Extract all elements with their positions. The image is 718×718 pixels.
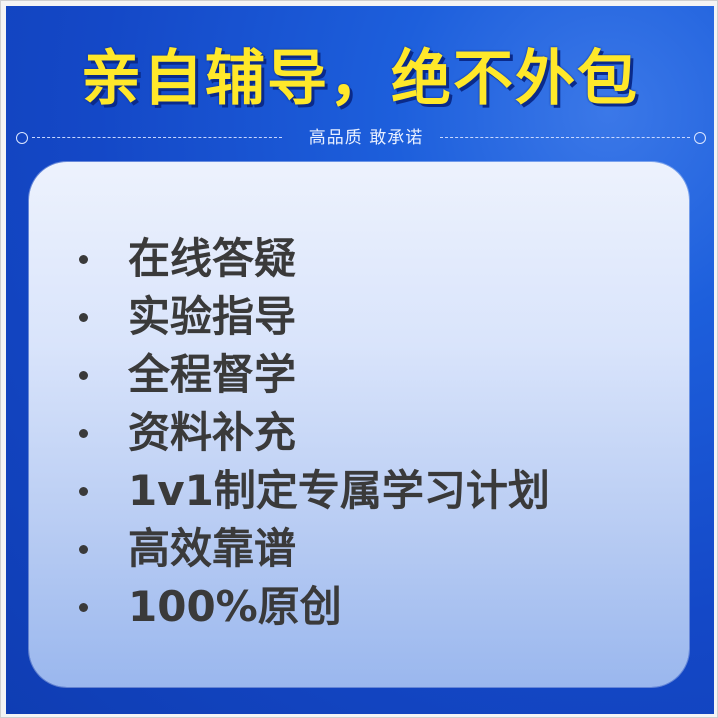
feature-item: 高效靠谱 [73, 520, 550, 578]
feature-label: 实验指导 [128, 292, 297, 341]
bullet-icon [79, 370, 88, 380]
bullet-icon [79, 486, 88, 496]
headline: 亲自辅导，绝不外包 [81, 44, 639, 114]
feature-list: 在线答疑 实验指导 全程督学 资料补充 1v1制定专属学习计划 高效靠谱 100… [73, 230, 550, 636]
feature-item: 实验指导 [73, 288, 550, 346]
promo-banner: 亲自辅导，绝不外包 高品质 敢承诺 在线答疑 实验指导 全程督学 资料补充 1v… [6, 6, 714, 714]
feature-label: 100%原创 [128, 582, 342, 631]
tagline-divider: 高品质 敢承诺 [16, 124, 706, 152]
feature-label: 高效靠谱 [128, 524, 297, 573]
feature-label: 1v1制定专属学习计划 [128, 466, 550, 515]
circle-ornament-right [694, 132, 706, 144]
bullet-icon [79, 312, 88, 322]
image-frame: 亲自辅导，绝不外包 高品质 敢承诺 在线答疑 实验指导 全程督学 资料补充 1v… [0, 0, 718, 718]
feature-label: 在线答疑 [128, 234, 297, 283]
feature-item: 资料补充 [73, 404, 550, 462]
circle-ornament-left [16, 132, 28, 144]
dashed-line-left [32, 137, 282, 138]
feature-item: 1v1制定专属学习计划 [73, 462, 550, 520]
feature-item: 在线答疑 [73, 230, 550, 288]
dashed-line-right [440, 137, 690, 138]
feature-label: 资料补充 [128, 408, 297, 457]
bullet-icon [79, 544, 88, 554]
bullet-icon [79, 428, 88, 438]
feature-item: 100%原创 [73, 578, 550, 636]
feature-item: 全程督学 [73, 346, 550, 404]
bullet-icon [79, 254, 88, 264]
bullet-icon [79, 602, 88, 612]
tagline: 高品质 敢承诺 [308, 128, 424, 148]
feature-label: 全程督学 [128, 350, 297, 399]
features-card: 在线答疑 实验指导 全程督学 资料补充 1v1制定专属学习计划 高效靠谱 100… [29, 162, 689, 687]
